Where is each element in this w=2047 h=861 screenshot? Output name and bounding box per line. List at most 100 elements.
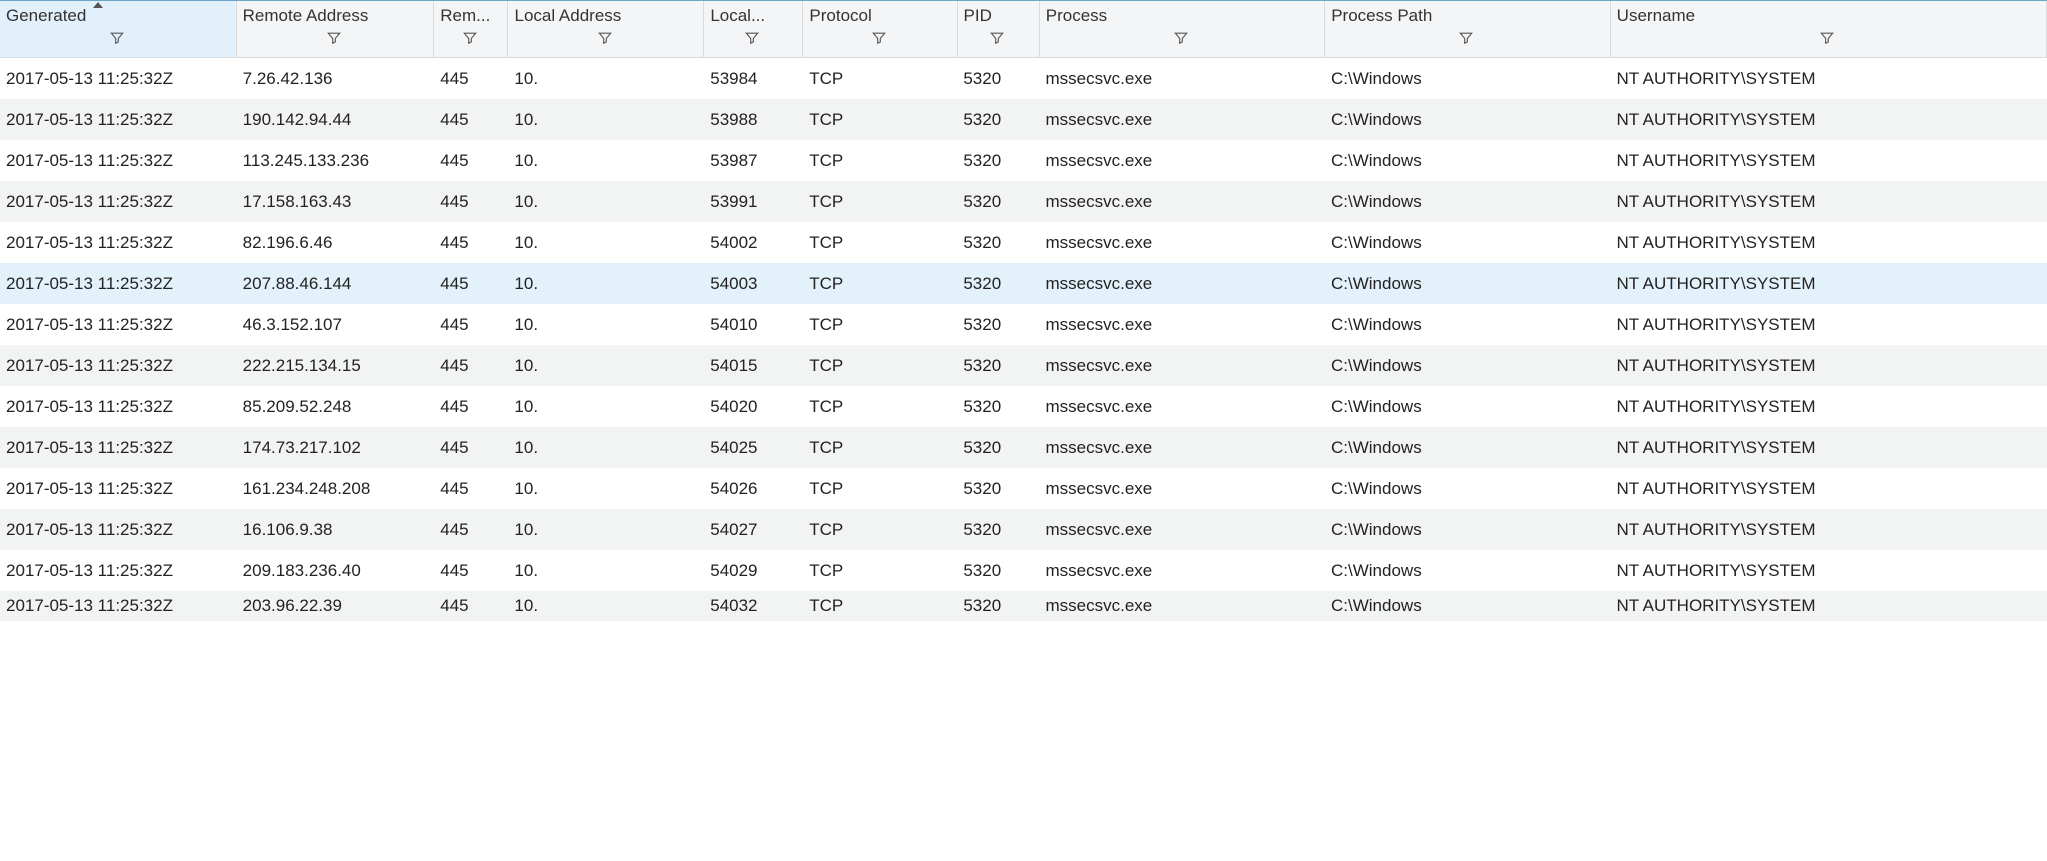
column-header-username[interactable]: Username [1611,1,2047,58]
cell-protocol: TCP [803,479,957,499]
table-row[interactable]: 2017-05-13 11:25:32Z17.158.163.4344510.5… [0,181,2047,222]
column-header-local_address[interactable]: Local Address [508,1,704,58]
filter-icon[interactable] [1820,31,1836,47]
cell-process_path: C:\Windows [1325,233,1611,253]
cell-remote_port: 445 [434,233,508,253]
table-row[interactable]: 2017-05-13 11:25:32Z46.3.152.10744510.54… [0,304,2047,345]
cell-process: mssecsvc.exe [1040,561,1326,581]
table-row[interactable]: 2017-05-13 11:25:32Z82.196.6.4644510.540… [0,222,2047,263]
filter-icon[interactable] [463,31,479,47]
filter-icon[interactable] [327,31,343,47]
cell-pid: 5320 [957,151,1039,171]
cell-process_path: C:\Windows [1325,69,1611,89]
table-row[interactable]: 2017-05-13 11:25:32Z209.183.236.4044510.… [0,550,2047,591]
data-grid[interactable]: Generated Remote Address Rem...Local Addre… [0,0,2047,621]
cell-pid: 5320 [957,110,1039,130]
cell-remote_port: 445 [434,356,508,376]
cell-process: mssecsvc.exe [1040,69,1326,89]
cell-username: NT AUTHORITY\SYSTEM [1611,520,2047,540]
cell-local_port: 53991 [704,192,803,212]
cell-local_port: 54032 [704,596,803,616]
column-header-pid[interactable]: PID [958,1,1040,58]
cell-local_address: 10. [508,596,704,616]
cell-local_address: 10. [508,110,704,130]
column-header-label: PID [964,5,1033,27]
table-row[interactable]: 2017-05-13 11:25:32Z174.73.217.10244510.… [0,427,2047,468]
cell-local_port: 54003 [704,274,803,294]
cell-local_address: 10. [508,397,704,417]
cell-remote_port: 445 [434,151,508,171]
column-header-process[interactable]: Process [1040,1,1325,58]
cell-protocol: TCP [803,561,957,581]
cell-protocol: TCP [803,315,957,335]
filter-icon[interactable] [872,31,888,47]
cell-remote_port: 445 [434,315,508,335]
filter-icon[interactable] [598,31,614,47]
cell-process_path: C:\Windows [1325,151,1611,171]
column-header-process_path[interactable]: Process Path [1325,1,1610,58]
cell-process_path: C:\Windows [1325,192,1611,212]
table-row[interactable]: 2017-05-13 11:25:32Z161.234.248.20844510… [0,468,2047,509]
cell-pid: 5320 [957,274,1039,294]
cell-remote_address: 46.3.152.107 [237,315,435,335]
cell-remote_address: 209.183.236.40 [237,561,435,581]
cell-process_path: C:\Windows [1325,110,1611,130]
cell-generated: 2017-05-13 11:25:32Z [0,438,237,458]
cell-remote_address: 174.73.217.102 [237,438,435,458]
cell-protocol: TCP [803,596,957,616]
table-row[interactable]: 2017-05-13 11:25:32Z16.106.9.3844510.540… [0,509,2047,550]
cell-process: mssecsvc.exe [1040,479,1326,499]
column-header-label: Generated [6,5,230,27]
cell-pid: 5320 [957,596,1039,616]
column-header-local_port[interactable]: Local... [704,1,803,58]
cell-username: NT AUTHORITY\SYSTEM [1611,151,2047,171]
table-row[interactable]: 2017-05-13 11:25:32Z203.96.22.3944510.54… [0,591,2047,621]
column-header-protocol[interactable]: Protocol [803,1,957,58]
cell-remote_port: 445 [434,274,508,294]
table-row[interactable]: 2017-05-13 11:25:32Z190.142.94.4444510.5… [0,99,2047,140]
cell-username: NT AUTHORITY\SYSTEM [1611,561,2047,581]
cell-process: mssecsvc.exe [1040,151,1326,171]
cell-local_port: 54026 [704,479,803,499]
cell-process: mssecsvc.exe [1040,520,1326,540]
column-header-remote_address[interactable]: Remote Address [237,1,435,58]
cell-local_address: 10. [508,151,704,171]
filter-icon[interactable] [745,31,761,47]
cell-generated: 2017-05-13 11:25:32Z [0,233,237,253]
filter-icon[interactable] [1459,31,1475,47]
cell-process_path: C:\Windows [1325,274,1611,294]
cell-pid: 5320 [957,233,1039,253]
cell-remote_address: 161.234.248.208 [237,479,435,499]
cell-process: mssecsvc.exe [1040,110,1326,130]
table-row[interactable]: 2017-05-13 11:25:32Z113.245.133.23644510… [0,140,2047,181]
sort-ascending-icon [93,2,103,8]
cell-generated: 2017-05-13 11:25:32Z [0,397,237,417]
filter-icon[interactable] [990,31,1006,47]
table-row[interactable]: 2017-05-13 11:25:32Z222.215.134.1544510.… [0,345,2047,386]
column-header-remote_port[interactable]: Rem... [434,1,508,58]
table-row[interactable]: 2017-05-13 11:25:32Z7.26.42.13644510.539… [0,58,2047,99]
column-header-label: Remote Address [243,5,428,27]
table-row[interactable]: 2017-05-13 11:25:32Z207.88.46.14444510.5… [0,263,2047,304]
grid-header-row: Generated Remote Address Rem...Local Addre… [0,1,2047,58]
filter-icon[interactable] [110,31,126,47]
cell-local_port: 54010 [704,315,803,335]
table-row[interactable]: 2017-05-13 11:25:32Z85.209.52.24844510.5… [0,386,2047,427]
cell-local_address: 10. [508,315,704,335]
cell-remote_address: 82.196.6.46 [237,233,435,253]
cell-local_port: 54002 [704,233,803,253]
cell-pid: 5320 [957,520,1039,540]
cell-pid: 5320 [957,315,1039,335]
column-header-generated[interactable]: Generated [0,1,237,58]
cell-remote_port: 445 [434,479,508,499]
cell-local_port: 53987 [704,151,803,171]
column-header-label: Username [1617,5,2040,27]
cell-protocol: TCP [803,520,957,540]
filter-icon[interactable] [1174,31,1190,47]
cell-remote_address: 17.158.163.43 [237,192,435,212]
cell-username: NT AUTHORITY\SYSTEM [1611,69,2047,89]
cell-protocol: TCP [803,110,957,130]
cell-process: mssecsvc.exe [1040,596,1326,616]
cell-generated: 2017-05-13 11:25:32Z [0,561,237,581]
cell-local_address: 10. [508,192,704,212]
